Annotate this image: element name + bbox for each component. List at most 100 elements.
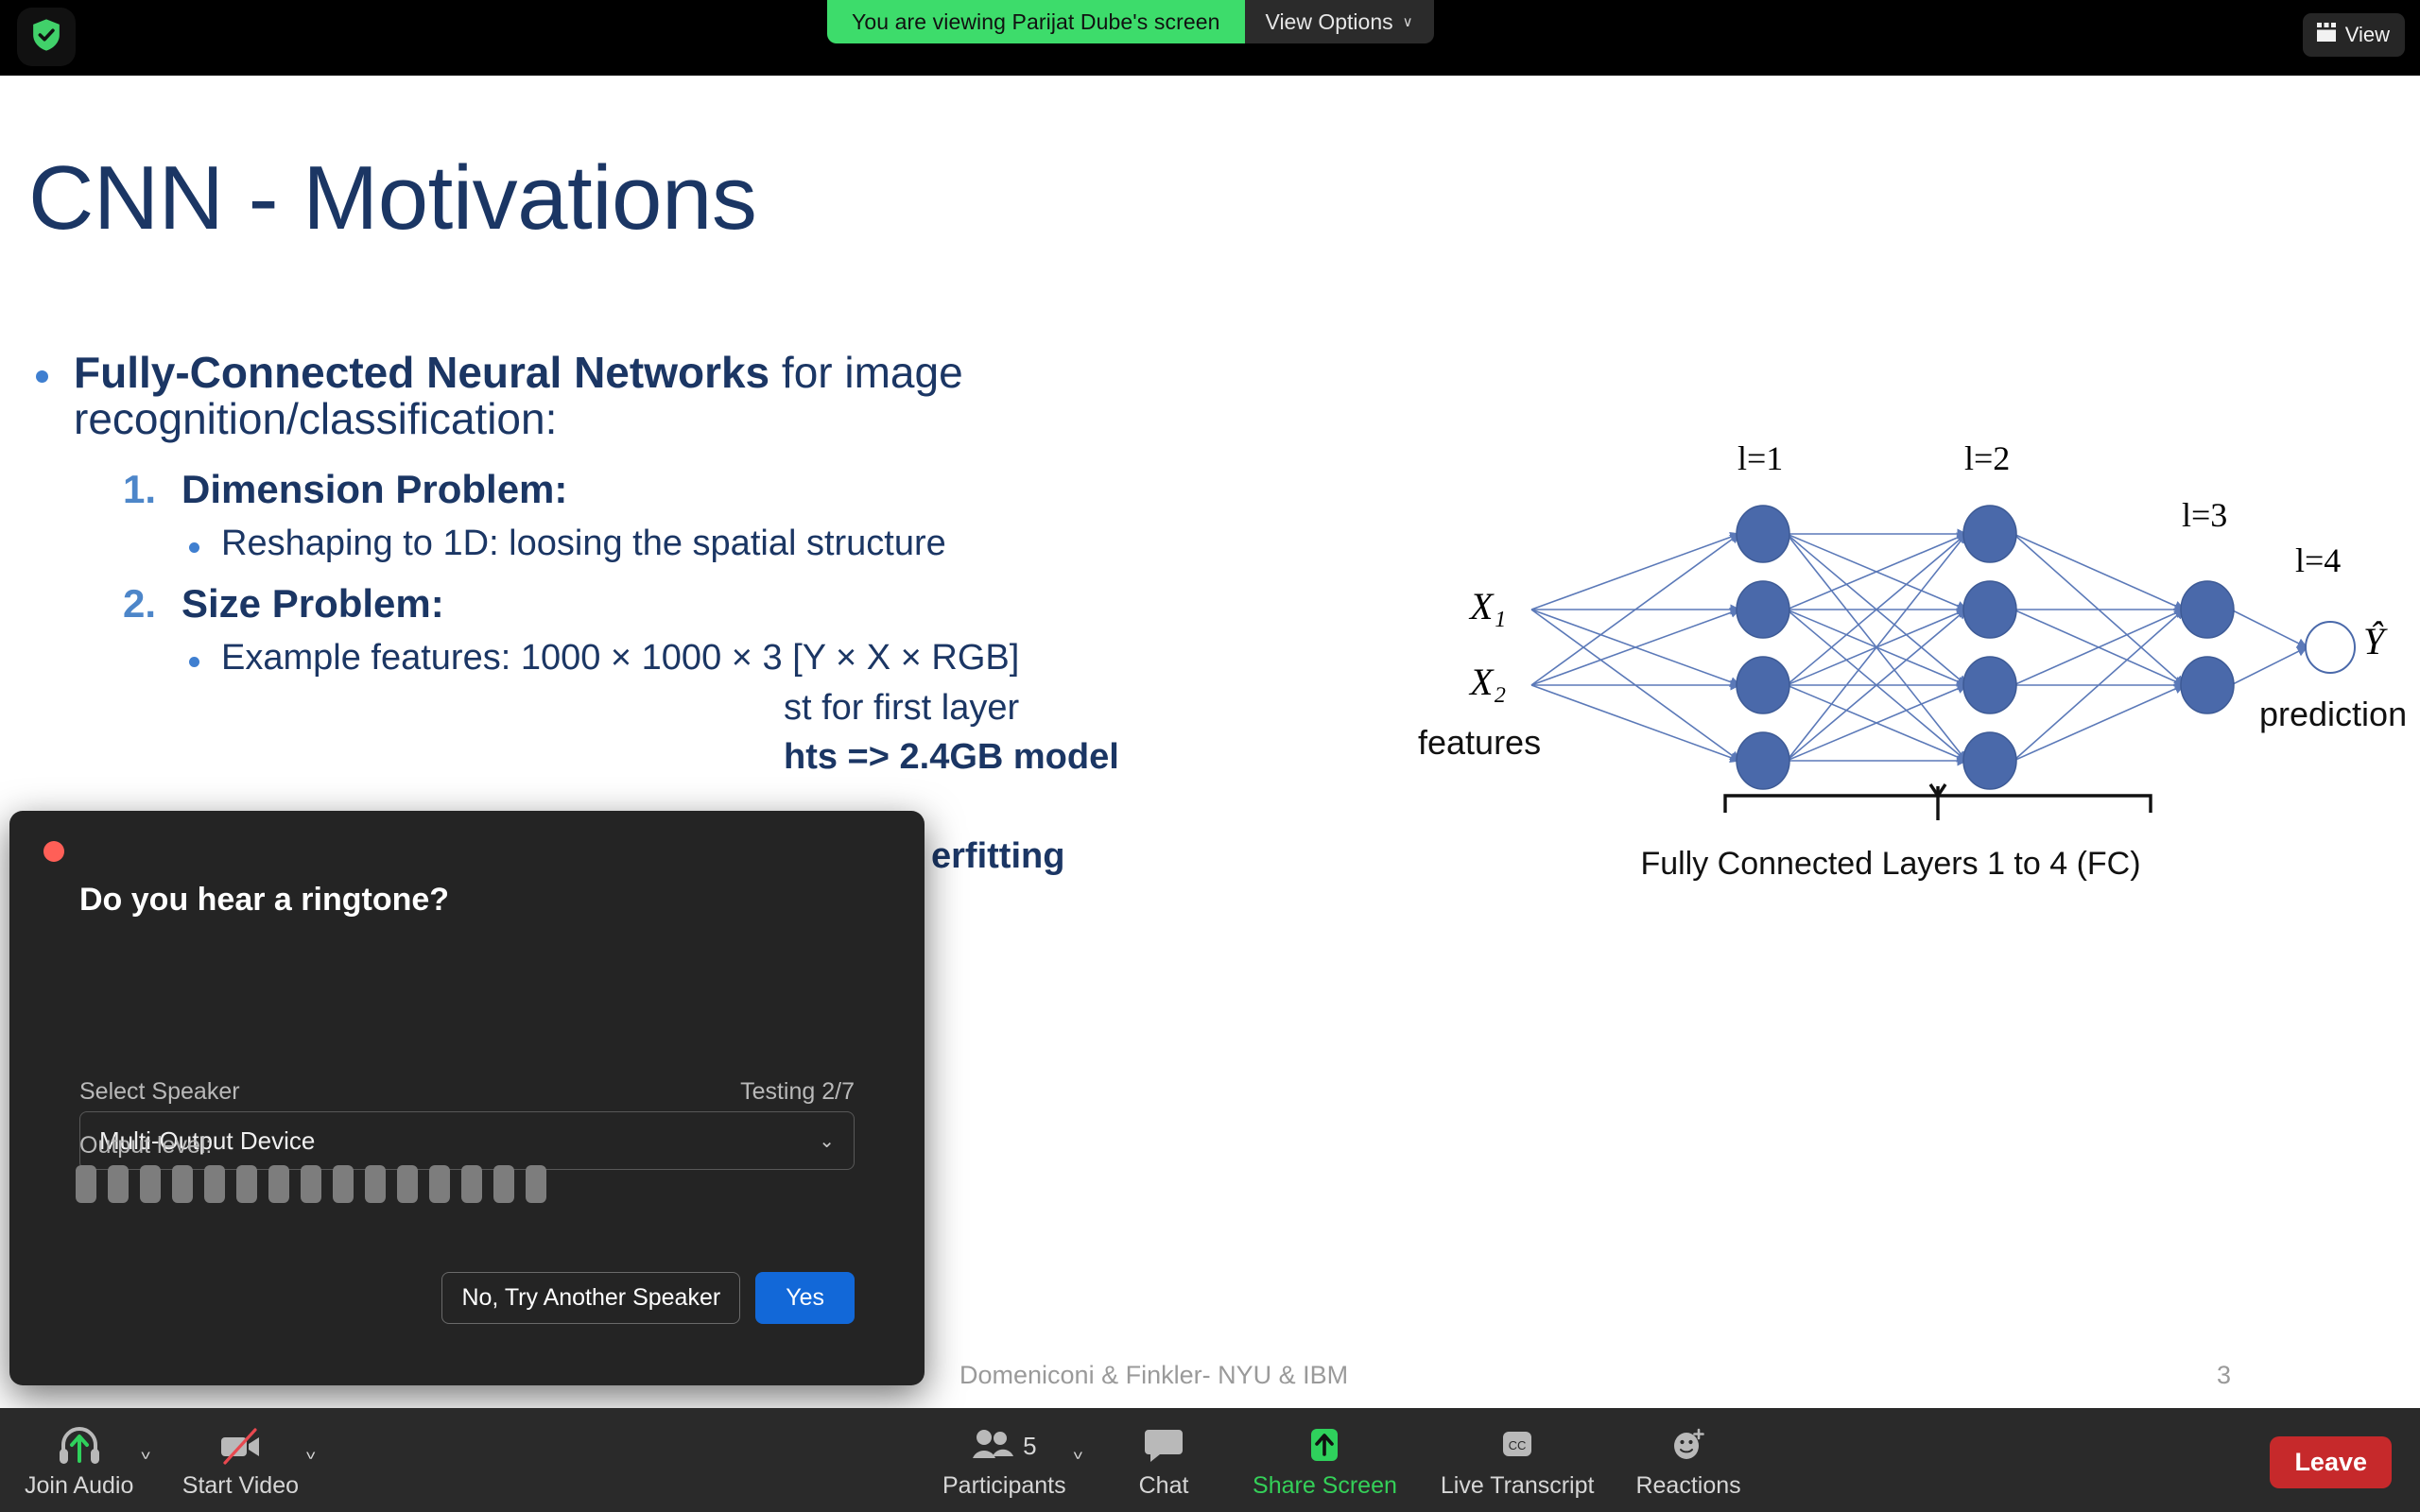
speaker-row: Select Speaker Testing 2/7 bbox=[79, 1078, 855, 1106]
meter-segment bbox=[204, 1165, 225, 1203]
layer-label-l2: l=2 bbox=[1964, 439, 2011, 477]
list-item: Reshaping to 1D: loosing the spatial str… bbox=[182, 524, 1409, 564]
meter-segment bbox=[76, 1165, 96, 1203]
view-button[interactable]: View bbox=[2302, 13, 2405, 57]
chevron-down-icon: ∨ bbox=[1402, 13, 1413, 30]
meter-segment bbox=[140, 1165, 161, 1203]
video-options-caret-icon[interactable]: ^ bbox=[306, 1440, 315, 1462]
slide-bullet-list: Fully-Connected Neural Networks for imag… bbox=[28, 348, 1409, 885]
toolbar-label: Participants bbox=[942, 1472, 1066, 1499]
meter-segment bbox=[172, 1165, 193, 1203]
participants-button[interactable]: 5 Participants bbox=[931, 1421, 1078, 1500]
layer-label-l3: l=3 bbox=[2182, 496, 2228, 534]
participant-count: 5 bbox=[1023, 1431, 1037, 1460]
start-video-button[interactable]: Start Video bbox=[171, 1421, 310, 1500]
view-options-label: View Options bbox=[1265, 9, 1393, 34]
meter-segment bbox=[268, 1165, 289, 1203]
layer-label-l1: l=1 bbox=[1737, 439, 1784, 477]
list-heading: Size Problem: bbox=[182, 580, 444, 626]
select-speaker-label: Select Speaker bbox=[79, 1078, 240, 1105]
toolbar-left-group: Join Audio ^ Start Video ^ bbox=[13, 1421, 315, 1500]
dialog-title: Do you hear a ringtone? bbox=[79, 882, 450, 918]
toolbar-label: Live Transcript bbox=[1440, 1472, 1595, 1499]
prediction-label: prediction bbox=[2259, 695, 2408, 733]
meter-segment bbox=[236, 1165, 257, 1203]
testing-progress-label: Testing 2/7 bbox=[740, 1078, 855, 1105]
diagram-caption: Fully Connected Layers 1 to 4 (FC) bbox=[1640, 846, 2141, 882]
try-another-speaker-button[interactable]: No, Try Another Speaker bbox=[441, 1272, 741, 1324]
share-screen-button[interactable]: Share Screen bbox=[1241, 1421, 1409, 1500]
meter-segment bbox=[301, 1165, 321, 1203]
list-number: 1. bbox=[123, 467, 157, 512]
bullet-level1: Fully-Connected Neural Networks for imag… bbox=[28, 348, 1409, 442]
participants-caret-icon[interactable]: ^ bbox=[1074, 1440, 1082, 1462]
sub-list-text: Example features: 1000 × 1000 × 3 [Y × X… bbox=[221, 637, 1020, 678]
features-label: features bbox=[1418, 723, 1542, 762]
output-level-meter bbox=[76, 1165, 546, 1203]
page-title: CNN - Motivations bbox=[28, 147, 757, 249]
meter-segment bbox=[365, 1165, 386, 1203]
dialog-actions: No, Try Another Speaker Yes bbox=[79, 1272, 855, 1324]
list-item: 1. Dimension Problem: bbox=[123, 467, 1409, 512]
chevron-down-icon: ⌄ bbox=[819, 1130, 835, 1152]
output-label-yhat: Ŷ bbox=[2363, 620, 2385, 662]
view-button-label: View bbox=[2344, 23, 2390, 46]
people-icon: 5 bbox=[972, 1421, 1037, 1470]
bullet-dot-icon bbox=[189, 542, 199, 554]
top-bar: You are viewing Parijat Dube's screen Vi… bbox=[0, 0, 2420, 76]
toolbar-label: Start Video bbox=[182, 1472, 299, 1499]
meter-segment bbox=[493, 1165, 514, 1203]
yes-button[interactable]: Yes bbox=[755, 1272, 855, 1324]
close-icon[interactable] bbox=[43, 841, 64, 862]
sub-list-text: Reshaping to 1D: loosing the spatial str… bbox=[221, 524, 946, 564]
list-item: Example features: 1000 × 1000 × 3 [Y × X… bbox=[182, 638, 1409, 679]
live-transcript-button[interactable]: CC Live Transcript bbox=[1429, 1421, 1606, 1500]
list-number: 2. bbox=[123, 580, 157, 626]
headset-arrow-up-icon bbox=[57, 1421, 102, 1470]
view-options-button[interactable]: View Options ∨ bbox=[1244, 0, 1434, 43]
slide-footer-credit: Domeniconi & Finkler- NYU & IBM bbox=[959, 1361, 1349, 1389]
list-item: 2. Size Problem: bbox=[123, 581, 1409, 627]
bullet-dot-icon bbox=[36, 370, 48, 383]
layout-grid-icon bbox=[2316, 22, 2337, 48]
bullet-dot-icon bbox=[189, 656, 199, 667]
toolbar-label: Chat bbox=[1138, 1472, 1189, 1499]
reactions-button[interactable]: Reactions bbox=[1624, 1421, 1752, 1500]
chat-bubble-icon bbox=[1143, 1421, 1184, 1470]
sub-list-text-occluded: hts => 2.4GB model bbox=[784, 737, 1119, 778]
audio-options-caret-icon[interactable]: ^ bbox=[141, 1440, 149, 1462]
chat-button[interactable]: Chat bbox=[1107, 1421, 1220, 1500]
meter-segment bbox=[397, 1165, 418, 1203]
bullet1-bold-text: Fully-Connected Neural Networks bbox=[74, 348, 770, 397]
slide-page-number: 3 bbox=[2217, 1361, 2232, 1389]
toolbar-label: Reactions bbox=[1635, 1472, 1741, 1499]
list-item: hts => 2.4GB model bbox=[182, 737, 1409, 778]
list-heading: Dimension Problem: bbox=[182, 467, 568, 512]
join-audio-button[interactable]: Join Audio bbox=[13, 1421, 145, 1500]
toolbar-label: Join Audio bbox=[25, 1472, 134, 1499]
meter-segment bbox=[108, 1165, 129, 1203]
sharing-notice-text: You are viewing Parijat Dube's screen bbox=[827, 0, 1245, 43]
layer-label-l4: l=4 bbox=[2295, 541, 2342, 579]
meter-segment bbox=[461, 1165, 482, 1203]
sub-list: Reshaping to 1D: loosing the spatial str… bbox=[123, 524, 1409, 564]
output-level-label: Output level: bbox=[79, 1132, 213, 1159]
toolbar-center-group: 5 Participants ^ Chat Share Screen CC Li… bbox=[931, 1421, 1753, 1500]
smiley-plus-icon bbox=[1668, 1421, 1709, 1470]
camera-off-icon bbox=[216, 1421, 264, 1470]
neural-network-diagram: l=1 l=1 l=2 l=3 l=4 X₁ X₂ features Ŷ pre… bbox=[1409, 439, 2411, 1191]
sub-list: Example features: 1000 × 1000 × 3 [Y × X… bbox=[123, 638, 1409, 778]
security-shield-button[interactable] bbox=[17, 8, 76, 66]
share-screen-arrow-up-icon bbox=[1304, 1421, 1345, 1470]
meter-segment bbox=[526, 1165, 546, 1203]
shield-check-icon bbox=[30, 18, 62, 57]
screen-share-banner: You are viewing Parijat Dube's screen Vi… bbox=[827, 0, 1434, 43]
input-label-x1: X₁ bbox=[1470, 585, 1507, 627]
meter-segment bbox=[429, 1165, 450, 1203]
leave-button[interactable]: Leave bbox=[2270, 1436, 2392, 1488]
meter-segment bbox=[333, 1165, 354, 1203]
zoom-bottom-toolbar: Join Audio ^ Start Video ^ 5 Participant… bbox=[0, 1408, 2420, 1512]
audio-test-dialog: Do you hear a ringtone? Select Speaker T… bbox=[9, 811, 925, 1385]
zoom-screen-share-window: You are viewing Parijat Dube's screen Vi… bbox=[0, 0, 2420, 1512]
list-item: st for first layer bbox=[182, 688, 1409, 729]
